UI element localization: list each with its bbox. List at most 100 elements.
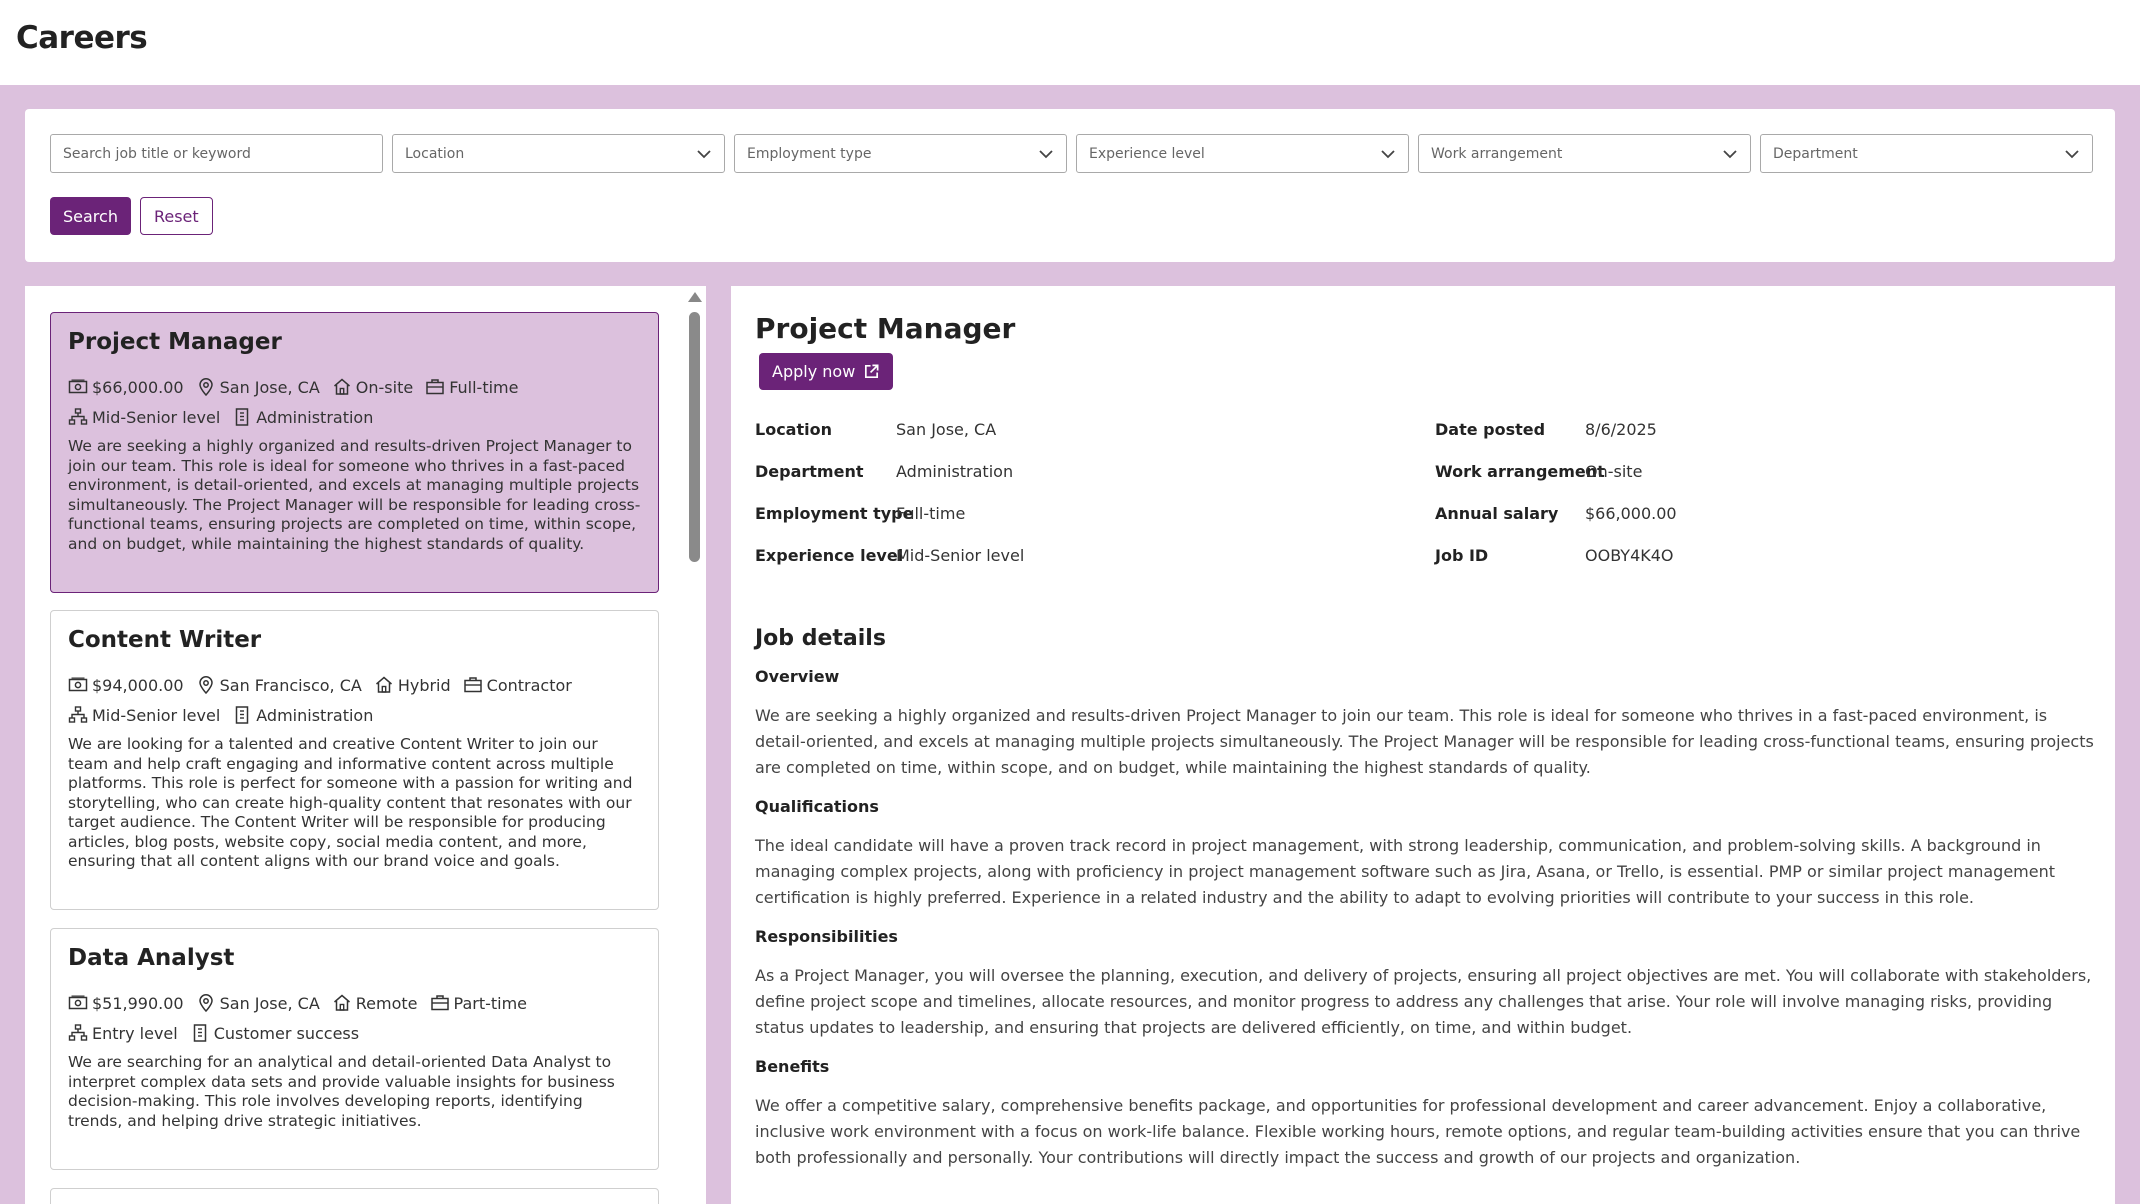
section-body: We are seeking a highly organized and re…: [755, 706, 2094, 777]
work-arrangement-select-label: Work arrangement: [1431, 145, 1563, 162]
chevron-down-icon: [1381, 149, 1395, 158]
chevron-down-icon: [1039, 149, 1053, 158]
job-card-level: Entry level: [92, 1023, 178, 1043]
job-detail-panel: Project Manager Apply now Location San J…: [731, 286, 2115, 1204]
search-button[interactable]: Search: [50, 197, 131, 235]
office-building-icon: [236, 408, 249, 426]
page-title: Careers: [16, 20, 148, 56]
office-building-icon: [193, 1024, 206, 1042]
location-pin-icon: [198, 378, 213, 397]
employment-type-select-label: Employment type: [747, 145, 872, 162]
scroll-up-arrow-icon[interactable]: [688, 292, 702, 302]
money-icon: [68, 677, 88, 692]
job-card-title: Project Manager: [68, 329, 282, 355]
location-value: San Jose, CA: [896, 420, 997, 439]
experience-level-select-label: Experience level: [1089, 145, 1205, 162]
briefcase-icon: [463, 677, 482, 693]
job-details-heading: Job details: [755, 626, 886, 651]
department-select-label: Department: [1773, 145, 1858, 162]
chevron-down-icon: [697, 149, 711, 158]
building-home-icon: [333, 378, 350, 395]
job-card-type: Contractor: [486, 675, 572, 695]
job-card-location: San Jose, CA: [219, 993, 320, 1013]
job-card-next[interactable]: [50, 1188, 659, 1204]
scrollbar-thumb[interactable]: [689, 312, 700, 562]
job-card-salary: $66,000.00: [92, 377, 184, 397]
detail-title: Project Manager: [755, 312, 1016, 345]
job-list-scrollbar[interactable]: [682, 286, 706, 1204]
job-card-title: Data Analyst: [68, 945, 235, 971]
building-home-icon: [333, 994, 350, 1011]
job-card-arrangement: Remote: [355, 993, 418, 1013]
job-card-description: We are seeking a highly organized and re…: [68, 437, 641, 553]
job-card-location: San Jose, CA: [219, 377, 320, 397]
page-header: Careers: [0, 0, 2140, 85]
hierarchy-icon: [68, 408, 88, 425]
location-pin-icon: [198, 676, 213, 695]
section-heading: Qualifications: [755, 797, 879, 816]
hierarchy-icon: [68, 1024, 88, 1041]
experience-level-select[interactable]: Experience level: [1076, 134, 1409, 173]
section-heading: Benefits: [755, 1057, 830, 1076]
filter-bar: Search job title or keyword Location Emp…: [25, 109, 2115, 262]
reset-button[interactable]: Reset: [139, 197, 213, 235]
work-arrangement-label: Work arrangement: [1435, 462, 1605, 481]
experience-level-value: Mid-Senior level: [896, 546, 1025, 565]
location-label: Location: [755, 420, 832, 439]
location-select[interactable]: Location: [392, 134, 725, 173]
location-select-label: Location: [405, 145, 465, 162]
job-id-value: OOBY4K4O: [1585, 546, 1674, 565]
section-body: We offer a competitive salary, comprehen…: [755, 1096, 2081, 1167]
employment-type-value: Full-time: [896, 504, 966, 523]
job-card-arrangement: On-site: [355, 377, 414, 397]
briefcase-icon: [430, 995, 449, 1011]
money-icon: [68, 379, 88, 394]
job-card-level: Mid-Senior level: [92, 705, 221, 725]
job-card-project-manager[interactable]: Project Manager $66,000.00 San Jose, CA …: [50, 312, 659, 593]
job-card-salary: $94,000.00: [92, 675, 184, 695]
chevron-down-icon: [1723, 149, 1737, 158]
job-card-department: Administration: [256, 407, 374, 427]
money-icon: [68, 995, 88, 1010]
office-building-icon: [236, 706, 249, 724]
employment-type-label: Employment type: [755, 504, 914, 523]
employment-type-select[interactable]: Employment type: [734, 134, 1067, 173]
job-card-description: We are looking for a talented and creati…: [68, 735, 633, 870]
job-card-description: We are searching for an analytical and d…: [68, 1053, 615, 1130]
job-card-type: Full-time: [449, 377, 519, 397]
department-select[interactable]: Department: [1760, 134, 2093, 173]
work-arrangement-value: On-site: [1585, 462, 1643, 481]
job-card-location: San Francisco, CA: [219, 675, 362, 695]
search-input[interactable]: Search job title or keyword: [50, 134, 383, 173]
job-card-content-writer[interactable]: Content Writer $94,000.00 San Francisco,…: [50, 610, 659, 910]
briefcase-icon: [426, 379, 444, 395]
job-id-label: Job ID: [1435, 546, 1489, 565]
section-heading: Responsibilities: [755, 927, 898, 946]
date-posted-label: Date posted: [1435, 420, 1546, 439]
job-card-title: Content Writer: [68, 627, 262, 653]
section-body: As a Project Manager, you will oversee t…: [755, 966, 2092, 1037]
section-body: The ideal candidate will have a proven t…: [755, 836, 2055, 907]
job-card-department: Administration: [256, 705, 374, 725]
department-value: Administration: [896, 462, 1014, 481]
section-heading: Overview: [755, 667, 840, 686]
apply-now-button[interactable]: Apply now: [759, 353, 894, 390]
job-card-data-analyst[interactable]: Data Analyst $51,990.00 San Jose, CA Rem…: [50, 928, 659, 1170]
apply-now-label: Apply now: [772, 362, 856, 381]
job-card-salary: $51,990.00: [92, 993, 184, 1013]
job-list: Project Manager $66,000.00 San Jose, CA …: [25, 286, 706, 1204]
job-card-arrangement: Hybrid: [397, 675, 451, 695]
annual-salary-label: Annual salary: [1435, 504, 1559, 523]
chevron-down-icon: [2065, 149, 2079, 158]
job-card-department: Customer success: [213, 1023, 360, 1043]
department-label: Department: [755, 462, 864, 481]
work-arrangement-select[interactable]: Work arrangement: [1418, 134, 1751, 173]
job-card-type: Part-time: [453, 993, 528, 1013]
experience-level-label: Experience level: [755, 546, 904, 565]
job-card-level: Mid-Senior level: [92, 407, 221, 427]
location-pin-icon: [198, 994, 213, 1013]
date-posted-value: 8/6/2025: [1585, 420, 1657, 439]
building-home-icon: [375, 676, 392, 693]
external-link-icon: [865, 364, 879, 379]
annual-salary-value: $66,000.00: [1585, 504, 1677, 523]
